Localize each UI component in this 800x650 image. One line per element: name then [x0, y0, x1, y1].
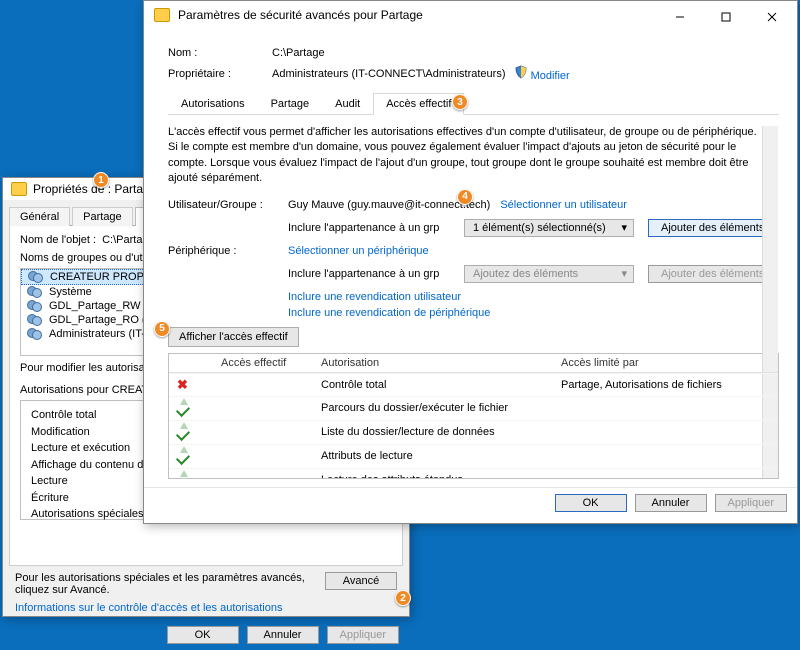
table-row[interactable]: ✖ Contrôle total Partage, Autorisations …	[169, 373, 778, 396]
adv-tab-permissions[interactable]: Autorisations	[168, 93, 258, 115]
table-row[interactable]: Attributs de lecture	[169, 444, 778, 468]
annotation-3: 3	[452, 94, 468, 110]
cancel-button[interactable]: Annuler	[247, 626, 319, 644]
tab-general[interactable]: Général	[9, 207, 70, 226]
include-user-claim-link[interactable]: Inclure une revendication utilisateur	[288, 291, 461, 303]
tab-sharing[interactable]: Partage	[72, 207, 133, 226]
ok-button[interactable]: OK	[555, 494, 627, 512]
table-row[interactable]: Liste du dossier/lecture de données	[169, 420, 778, 444]
ok-button[interactable]: OK	[167, 626, 239, 644]
col-effective-access: Accès effectif	[221, 357, 321, 369]
name-label: Nom :	[168, 47, 272, 59]
group-icon	[28, 271, 44, 283]
annotation-2: 2	[395, 590, 411, 606]
allow-icon	[177, 424, 191, 438]
allow-icon	[177, 400, 191, 414]
folder-icon	[154, 8, 170, 22]
advanced-button[interactable]: Avancé	[325, 572, 397, 590]
folder-icon	[11, 182, 27, 196]
allow-icon	[177, 472, 191, 479]
show-effective-access-button[interactable]: Afficher l'accès effectif	[168, 327, 299, 347]
include-membership-label: Inclure l'appartenance à un grp	[288, 222, 464, 234]
annotation-1: 1	[93, 172, 109, 188]
group-icon	[27, 286, 43, 298]
device-label: Périphérique :	[168, 245, 288, 257]
name-value: C:\Partage	[272, 47, 325, 59]
adv-tab-effective-access[interactable]: Accès effectif	[373, 93, 464, 115]
adv-footer: OK Annuler Appliquer	[144, 487, 797, 518]
user-group-label: Utilisateur/Groupe :	[168, 199, 288, 211]
select-device-link[interactable]: Sélectionner un périphérique	[288, 245, 429, 257]
cancel-button[interactable]: Annuler	[635, 494, 707, 512]
object-name-label: Nom de l'objet :	[20, 234, 96, 246]
include-membership-label-2: Inclure l'appartenance à un grp	[288, 268, 464, 280]
table-row[interactable]: Parcours du dossier/exécuter le fichier	[169, 396, 778, 420]
minimize-button[interactable]	[657, 2, 703, 32]
device-membership-select: Ajoutez des éléments ▾	[464, 265, 634, 283]
owner-value: Administrateurs (IT-CONNECT\Administrate…	[272, 68, 506, 80]
table-header: Accès effectif Autorisation Accès limité…	[169, 354, 778, 373]
adv-content: Nom : C:\Partage Propriétaire : Administ…	[144, 33, 797, 487]
modify-owner-link[interactable]: Modifier	[531, 70, 570, 82]
maximize-button[interactable]	[703, 2, 749, 32]
chevron-down-icon: ▾	[621, 221, 627, 234]
adv-tab-sharing[interactable]: Partage	[258, 93, 323, 115]
add-items-button-disabled: Ajouter des éléments	[648, 265, 777, 283]
adv-tab-audit[interactable]: Audit	[322, 93, 373, 115]
annotation-5: 5	[154, 321, 170, 337]
group-membership-select[interactable]: 1 élément(s) sélectionné(s) ▾	[464, 219, 634, 237]
chevron-down-icon: ▾	[621, 267, 627, 280]
apply-button[interactable]: Appliquer	[715, 494, 787, 512]
select-user-link[interactable]: Sélectionner un utilisateur	[500, 199, 627, 211]
shield-icon	[514, 65, 528, 79]
owner-label: Propriétaire :	[168, 68, 272, 80]
adv-title: Paramètres de sécurité avancés pour Part…	[178, 8, 423, 22]
allow-icon	[177, 448, 191, 462]
deny-icon: ✖	[177, 377, 188, 392]
advanced-security-window: Paramètres de sécurité avancés pour Part…	[143, 0, 798, 524]
add-items-button[interactable]: Ajouter des éléments	[648, 219, 777, 237]
apply-button[interactable]: Appliquer	[327, 626, 399, 644]
group-icon	[27, 314, 43, 326]
adv-tabs: Autorisations Partage Audit Accès effect…	[168, 92, 779, 115]
adv-titlebar: Paramètres de sécurité avancés pour Part…	[144, 1, 797, 33]
advanced-hint: Pour les autorisations spéciales et les …	[15, 572, 315, 596]
properties-footer: OK Annuler Appliquer	[3, 620, 409, 650]
group-icon	[27, 300, 43, 312]
help-link[interactable]: Informations sur le contrôle d'accès et …	[15, 602, 282, 614]
annotation-4: 4	[457, 189, 473, 205]
close-button[interactable]	[749, 2, 795, 32]
group-icon	[27, 328, 43, 340]
effective-access-description: L'accès effectif vous permet d'afficher …	[168, 125, 779, 187]
col-limited-by: Accès limité par	[561, 357, 770, 369]
table-row[interactable]: Lecture des attributs étendus	[169, 468, 778, 479]
col-authorization: Autorisation	[321, 357, 561, 369]
effective-access-table: Accès effectif Autorisation Accès limité…	[168, 353, 779, 479]
include-device-claim-link[interactable]: Inclure une revendication de périphériqu…	[288, 307, 490, 319]
